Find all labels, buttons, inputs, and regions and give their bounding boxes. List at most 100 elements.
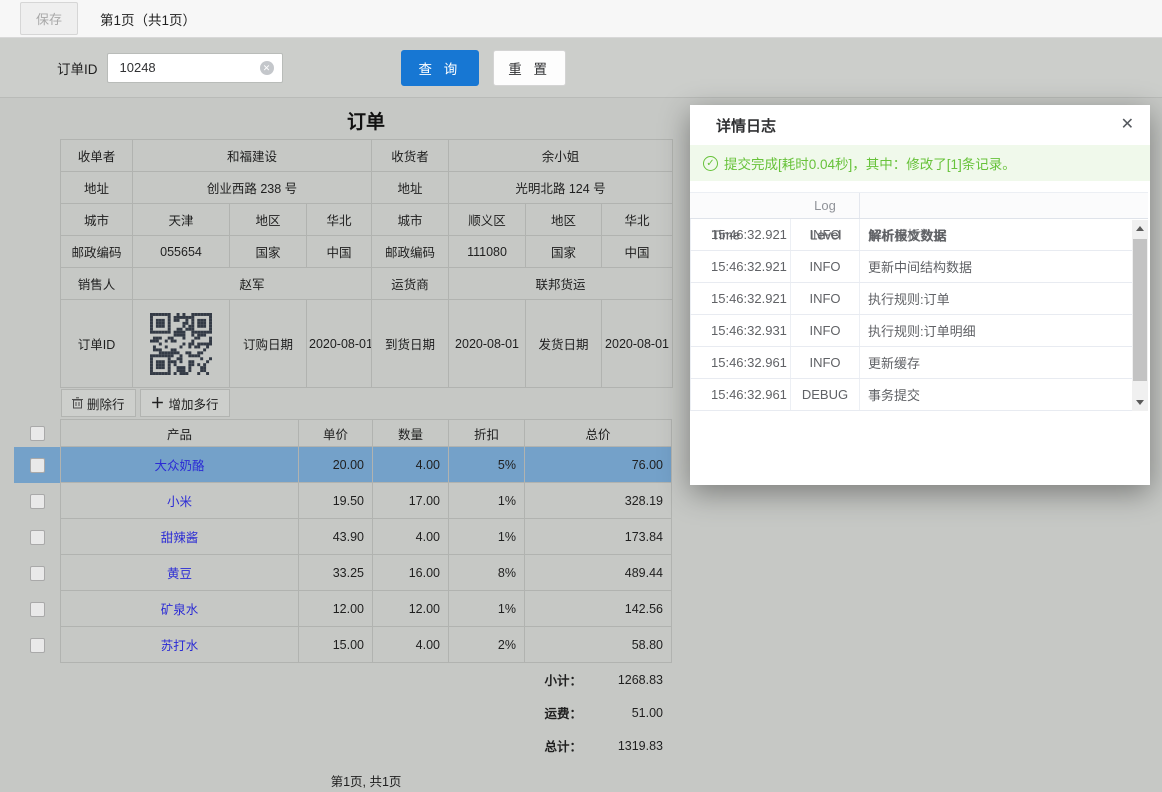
discount-cell: 1% (449, 483, 525, 519)
row-checkbox[interactable] (30, 494, 45, 509)
save-button[interactable]: 保存 (20, 2, 78, 35)
log-message-ghost: 解析报文数据 (869, 226, 947, 245)
price-cell: 12.00 (299, 591, 373, 627)
log-time: 15:46:32.961 (690, 347, 791, 378)
search-bar: 订单ID ✕ 查 询 重 置 (0, 38, 1162, 98)
row-checkbox[interactable] (30, 638, 45, 653)
log-time: 15:46:32.961 (690, 379, 791, 410)
log-time: 15:46:32.921 Time (690, 219, 791, 250)
detail-log-dialog: 详情日志 ✕ ✓ 提交完成[耗时0.04秒]，其中：修改了[1]条记录。 Log… (690, 105, 1150, 485)
scrollbar-thumb[interactable] (1133, 239, 1147, 381)
field-value: 华北 (307, 204, 372, 236)
subtotal-label: 小计： (544, 670, 582, 689)
order-id-input[interactable] (107, 53, 283, 83)
clear-input-icon[interactable]: ✕ (260, 61, 274, 75)
field-value: 2020-08-01 (602, 300, 673, 388)
discount-cell: 8% (449, 555, 525, 591)
row-checkbox[interactable] (30, 566, 45, 581)
field-label: 销售人 (61, 268, 133, 300)
field-label: 收货者 (372, 140, 449, 172)
field-label: 邮政编码 (372, 236, 449, 268)
field-value: 华北 (602, 204, 673, 236)
field-label: 收单者 (61, 140, 133, 172)
qty-cell: 4.00 (373, 627, 449, 663)
row-checkbox[interactable] (30, 458, 45, 473)
top-toolbar: 保存 第1页（共1页） (0, 0, 1162, 38)
select-all-checkbox[interactable] (30, 426, 45, 441)
field-label: 到货日期 (372, 300, 449, 388)
product-link[interactable]: 大众奶酪 (154, 455, 204, 474)
freight-value: 51.00 (582, 706, 672, 720)
scroll-down-button[interactable] (1132, 394, 1148, 411)
log-level: INFO (791, 315, 860, 346)
field-value: 055654 (133, 236, 230, 268)
discount-cell: 2% (449, 627, 525, 663)
field-value: 联邦货运 (449, 268, 673, 300)
product-cell: 甜辣酱 (60, 519, 299, 555)
log-table: Log 15:46:32.921 Time INFO Level 解析模板数据 … (690, 192, 1148, 411)
total-cell: 173.84 (525, 519, 672, 555)
reset-button[interactable]: 重 置 (493, 50, 566, 86)
qty-cell: 4.00 (373, 447, 449, 483)
field-label: 运货商 (372, 268, 449, 300)
row-checkbox[interactable] (30, 602, 45, 617)
product-link[interactable]: 甜辣酱 (161, 527, 199, 546)
field-label: 城市 (372, 204, 449, 236)
product-cell: 苏打水 (60, 627, 299, 663)
delete-row-button[interactable]: 删除行 (61, 389, 136, 417)
log-time-ghost: Time (712, 228, 740, 243)
log-level: DEBUG (791, 379, 860, 410)
price-cell: 20.00 (299, 447, 373, 483)
col-header-total: 总价 (525, 419, 672, 447)
qr-cell (133, 300, 230, 388)
scroll-up-button[interactable] (1132, 220, 1148, 237)
add-rows-button[interactable]: ＋ 增加多行 (140, 389, 230, 417)
total-cell: 328.19 (525, 483, 672, 519)
subtotal-row: 小计： 1268.83 (60, 663, 672, 696)
info-row-city: 城市 天津 地区 华北 城市 顺义区 地区 华北 (61, 204, 673, 236)
subtotal-value: 1268.83 (582, 673, 672, 687)
log-message: 事务提交 (860, 379, 1132, 410)
field-value: 赵军 (133, 268, 372, 300)
field-label: 国家 (526, 236, 602, 268)
log-scrollbar[interactable] (1132, 220, 1148, 411)
dialog-title: 详情日志 (716, 115, 1121, 136)
plus-icon: ＋ (151, 393, 165, 413)
product-link[interactable]: 苏打水 (161, 635, 199, 654)
col-header-product: 产品 (60, 419, 299, 447)
delete-row-label: 删除行 (87, 394, 125, 413)
field-label: 地址 (372, 172, 449, 204)
field-value: 和福建设 (133, 140, 372, 172)
product-link[interactable]: 小米 (167, 491, 192, 510)
log-message: 解析模板数据 解析报文数据 (860, 219, 1132, 250)
query-button[interactable]: 查 询 (401, 50, 480, 86)
top-pagination-label: 第1页（共1页） (100, 9, 196, 29)
product-link[interactable]: 矿泉水 (161, 599, 199, 618)
field-label: 国家 (230, 236, 307, 268)
col-header-price: 单价 (299, 419, 373, 447)
field-label: 邮政编码 (61, 236, 133, 268)
row-checkbox[interactable] (30, 530, 45, 545)
product-cell: 矿泉水 (60, 591, 299, 627)
price-cell: 43.90 (299, 519, 373, 555)
discount-cell: 5% (449, 447, 525, 483)
product-link[interactable]: 黄豆 (167, 563, 192, 582)
log-row: 15:46:32.961 INFO 更新缓存 (690, 347, 1132, 379)
trash-icon (72, 397, 83, 409)
log-row-glitched: 15:46:32.921 Time INFO Level 解析模板数据 解析报文… (690, 219, 1132, 251)
freight-label: 运费： (544, 703, 582, 722)
log-column-header: Log (791, 193, 860, 218)
info-row-address: 地址 创业西路 238 号 地址 光明北路 124 号 (61, 172, 673, 204)
close-icon[interactable]: ✕ (1121, 117, 1134, 133)
log-message: 执行规则:订单 (860, 283, 1132, 314)
info-row-consignee: 收单者 和福建设 收货者 余小姐 (61, 140, 673, 172)
log-level: INFO Level (791, 219, 860, 250)
grand-total-row: 总计： 1319.83 (60, 729, 672, 762)
log-message: 执行规则:订单明细 (860, 315, 1132, 346)
field-label: 订购日期 (230, 300, 307, 388)
col-header-discount: 折扣 (449, 419, 525, 447)
price-cell: 19.50 (299, 483, 373, 519)
field-value: 2020-08-01 (449, 300, 526, 388)
qty-cell: 12.00 (373, 591, 449, 627)
log-message: 更新缓存 (860, 347, 1132, 378)
